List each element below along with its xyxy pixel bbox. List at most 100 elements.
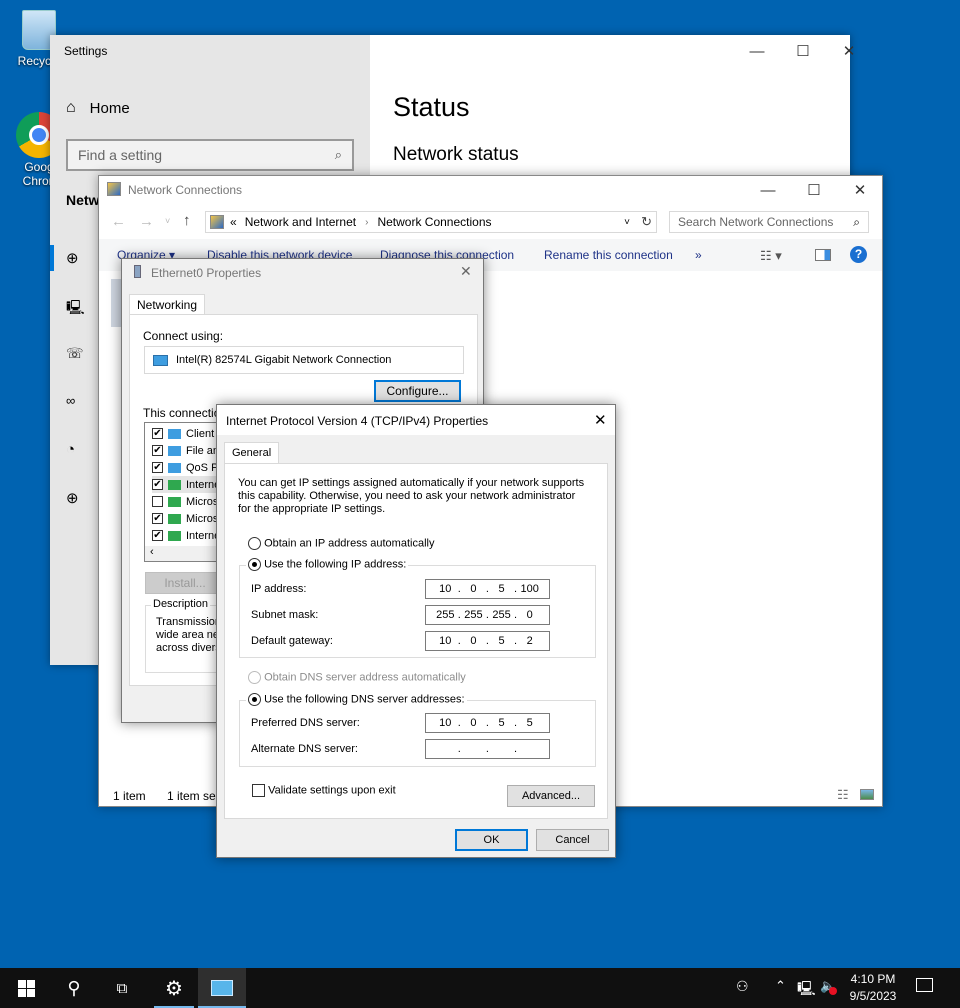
network-tray-icon[interactable]: 🖳 <box>797 978 816 1002</box>
component-checkbox[interactable]: ✔ <box>152 462 163 473</box>
nav-proxy[interactable]: ⊕ <box>66 489 79 507</box>
component-checkbox[interactable]: ✔ <box>152 513 163 524</box>
taskbar-settings[interactable]: ⚙ <box>150 968 198 1008</box>
ip-octet[interactable]: 0 <box>463 635 483 647</box>
ip-dot: . <box>485 635 489 647</box>
ip-octet[interactable]: 0 <box>463 717 483 729</box>
advanced-button[interactable]: Advanced... <box>507 785 595 807</box>
ip-octet[interactable]: 10 <box>435 717 455 729</box>
close-button[interactable]: ✕ <box>594 411 607 429</box>
recent-dropdown[interactable]: ˅ <box>165 216 170 226</box>
ip-octet[interactable]: 5 <box>492 635 512 647</box>
search-button[interactable]: ⚲ <box>50 968 98 1008</box>
back-button[interactable]: ← <box>111 213 126 230</box>
large-icons-view-icon[interactable] <box>860 789 874 800</box>
use-following-ip-radio[interactable]: Use the following IP address: <box>246 558 409 571</box>
more-commands-button[interactable]: » <box>695 248 702 262</box>
ip-dot: . <box>514 609 518 621</box>
obtain-dns-auto-radio[interactable]: Obtain DNS server address automatically <box>248 671 466 684</box>
alternate-dns-field[interactable]: ... <box>425 739 550 759</box>
details-view-icon[interactable]: ☷ <box>837 787 849 803</box>
close-button[interactable]: ✕ <box>460 263 472 280</box>
home-link[interactable]: ⌂ Home <box>66 99 130 117</box>
cancel-button[interactable]: Cancel <box>536 829 609 851</box>
component-checkbox[interactable]: ✔ <box>152 479 163 490</box>
checkbox-indicator <box>252 784 265 797</box>
maximize-button[interactable]: ☐ <box>780 35 826 67</box>
people-icon[interactable]: ⚇ <box>736 978 749 995</box>
component-checkbox[interactable]: ✔ <box>152 428 163 439</box>
component-checkbox[interactable]: ✔ <box>152 530 163 541</box>
address-bar[interactable]: « Network and Internet › Network Connect… <box>205 211 657 233</box>
breadcrumb-network-connections[interactable]: Network Connections <box>377 215 491 229</box>
ip-octet[interactable]: 255 <box>463 609 483 621</box>
refresh-icon[interactable]: ↻ <box>641 214 652 230</box>
default-gateway-field[interactable]: 10. 0. 5. 2 <box>425 631 550 651</box>
tab-networking[interactable]: Networking <box>129 294 206 315</box>
minimize-button[interactable]: — <box>734 35 780 67</box>
ip-dot: . <box>514 743 518 755</box>
ip-octet[interactable]: 5 <box>492 717 512 729</box>
ip-octet[interactable]: 10 <box>435 635 455 647</box>
obtain-ip-auto-radio[interactable]: Obtain an IP address automatically <box>248 537 434 550</box>
taskbar-network-connections[interactable] <box>198 968 246 1008</box>
close-button[interactable]: ✕ <box>837 174 883 206</box>
component-checkbox[interactable]: ✔ <box>152 445 163 456</box>
address-dropdown[interactable]: ˅ <box>624 217 630 228</box>
volume-muted-icon[interactable]: 🔈 <box>820 978 837 995</box>
close-button[interactable]: ✕ <box>826 35 872 67</box>
task-view-button[interactable]: ⧉ <box>98 968 146 1008</box>
component-checkbox[interactable] <box>152 496 163 507</box>
alternate-dns-label: Alternate DNS server: <box>251 743 358 755</box>
nav-vpn[interactable]: ∞ <box>66 393 75 408</box>
nav-ethernet[interactable]: 🖳 <box>66 297 85 321</box>
minimize-button[interactable]: — <box>745 174 791 206</box>
ip-octet[interactable]: 255 <box>492 609 512 621</box>
rename-button[interactable]: Rename this connection <box>544 248 673 262</box>
start-button[interactable] <box>2 968 50 1008</box>
ip-octet[interactable]: 0 <box>520 609 540 621</box>
ip-octet[interactable]: 100 <box>520 583 540 595</box>
network-status-heading: Network status <box>393 144 519 165</box>
subnet-mask-field[interactable]: 255. 255. 255. 0 <box>425 605 550 625</box>
up-button[interactable]: ↑ <box>183 212 191 229</box>
preview-pane-icon[interactable] <box>815 249 831 261</box>
change-view-icon[interactable]: ☷ ▾ <box>760 248 782 264</box>
help-icon[interactable]: ? <box>850 246 867 263</box>
install-button[interactable]: Install... <box>145 572 225 594</box>
ip-octet[interactable]: 5 <box>520 717 540 729</box>
component-label: Micros <box>186 512 219 525</box>
tab-general[interactable]: General <box>224 442 280 464</box>
preferred-dns-field[interactable]: 10. 0. 5. 5 <box>425 713 550 733</box>
clock[interactable]: 4:10 PM 9/5/2023 <box>845 971 901 1005</box>
ip-octet[interactable]: 0 <box>463 583 483 595</box>
items-label: This connection <box>143 406 228 420</box>
ip-address-field[interactable]: 10. 0. 5. 100 <box>425 579 550 599</box>
intro-line: this capability. Otherwise, you need to … <box>238 490 576 502</box>
component-icon <box>168 462 181 473</box>
find-setting-input[interactable]: Find a setting ⌕ <box>66 139 354 171</box>
ip-octet[interactable]: 5 <box>492 583 512 595</box>
vpn-icon: ∞ <box>66 393 76 408</box>
ethernet-adapter-icon <box>134 265 141 278</box>
ok-button[interactable]: OK <box>455 829 528 851</box>
ip-octet[interactable]: 255 <box>435 609 455 621</box>
ip-octet[interactable]: 10 <box>435 583 455 595</box>
use-following-dns-radio[interactable]: Use the following DNS server addresses: <box>246 693 467 706</box>
nav-status[interactable]: ⊕ <box>66 249 79 267</box>
search-input[interactable]: Search Network Connections ⌕ <box>669 211 869 233</box>
subnet-mask-label: Subnet mask: <box>251 609 319 621</box>
maximize-button[interactable]: ☐ <box>791 174 837 206</box>
action-center-icon[interactable] <box>916 978 933 992</box>
breadcrumb-network-internet[interactable]: Network and Internet <box>245 215 356 229</box>
configure-button[interactable]: Configure... <box>374 380 461 402</box>
forward-button[interactable]: → <box>139 213 154 230</box>
search-placeholder: Search Network Connections <box>678 215 834 229</box>
ip-octet[interactable]: 2 <box>520 635 540 647</box>
intro-line: You can get IP settings assigned automat… <box>238 477 585 489</box>
nav-dialup[interactable]: ☏ <box>66 345 84 362</box>
validate-settings-checkbox[interactable]: Validate settings upon exit <box>252 784 396 797</box>
nav-data-usage[interactable]: ◔ <box>66 441 75 458</box>
breadcrumb-prefix: « <box>230 215 237 229</box>
show-hidden-icons[interactable]: ⌃ <box>775 978 786 994</box>
